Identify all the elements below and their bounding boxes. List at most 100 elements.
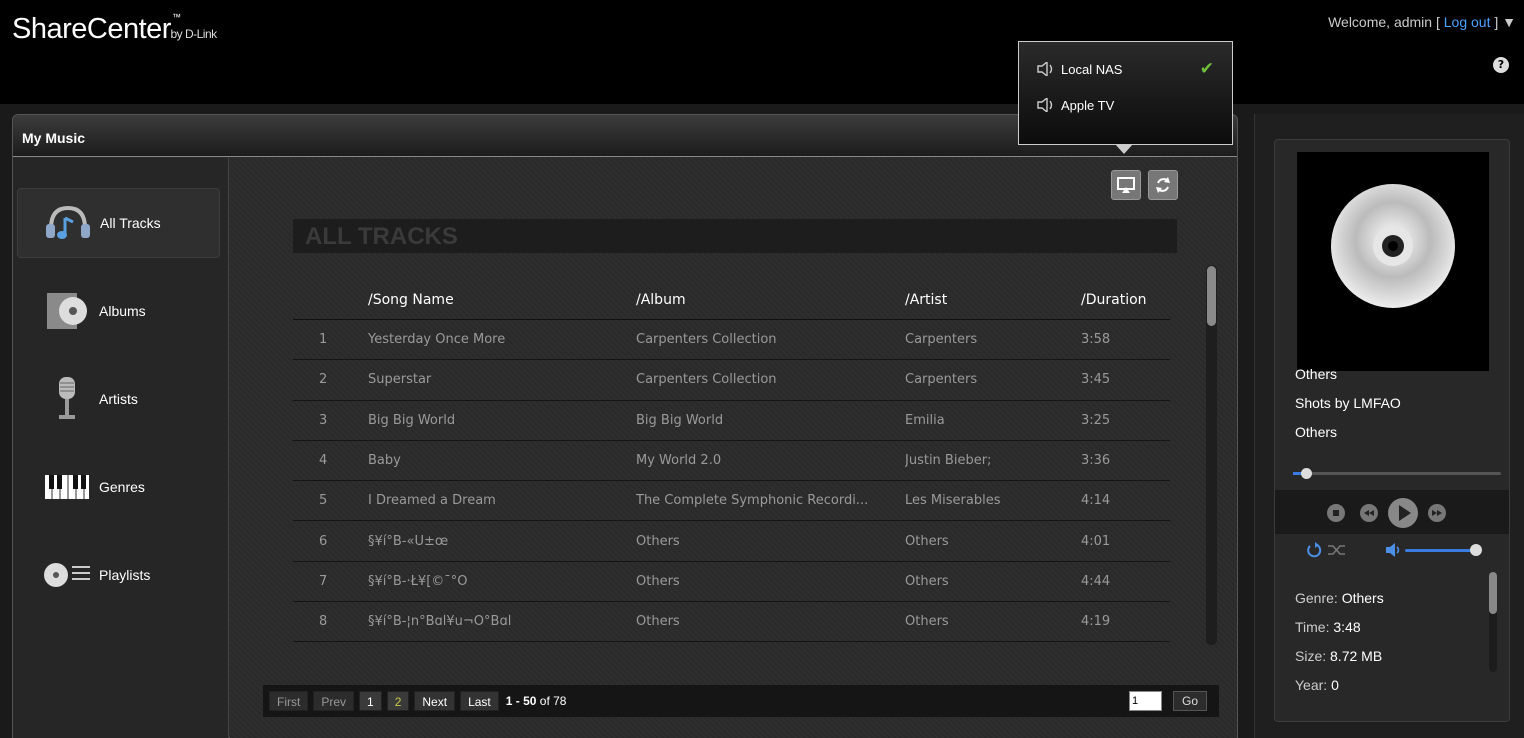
song-name: Superstar <box>368 372 432 388</box>
page-1-button[interactable]: 1 <box>359 691 382 711</box>
nav-item-genres[interactable]: Genres <box>17 452 220 522</box>
table-row[interactable]: 4 Baby My World 2.0 Justin Bieber; 3:36 <box>293 441 1170 482</box>
section-title: ALL TRACKS <box>293 219 1177 253</box>
shuffle-icon[interactable] <box>1327 542 1347 558</box>
table-row[interactable]: 5 I Dreamed a Dream The Complete Symphon… <box>293 481 1170 522</box>
device-item-apple-tv[interactable]: Apple TV <box>1037 93 1114 117</box>
logout-link[interactable]: Log out <box>1444 14 1491 30</box>
song-name: I Dreamed a Dream <box>368 493 496 509</box>
info-genre-value: Others <box>1341 590 1384 606</box>
track-number: 7 <box>319 573 328 589</box>
table-row[interactable]: 6 §¥í°B-«Ü±œ Others Others 4:01 <box>293 521 1170 562</box>
first-page-button[interactable]: First <box>269 691 309 711</box>
help-icon[interactable]: ? <box>1493 57 1509 73</box>
album-name: My World 2.0 <box>636 453 722 469</box>
album-icon <box>41 290 93 332</box>
welcome-suffix[interactable]: ] ▼ <box>1494 14 1516 30</box>
next-icon <box>1432 510 1442 516</box>
next-page-button[interactable]: Next <box>414 691 456 711</box>
track-list-scrollbar[interactable] <box>1206 265 1217 645</box>
side-nav: All Tracks Albums Artists Genres Playlis… <box>13 158 229 738</box>
progress-bar[interactable] <box>1293 468 1501 479</box>
column-header-duration[interactable]: /Duration <box>1081 292 1170 308</box>
progress-handle[interactable] <box>1301 468 1313 479</box>
player-secondary-controls <box>1275 534 1509 564</box>
info-year-label: Year: <box>1295 677 1328 693</box>
table-header: /Song Name /Album /Artist /Duration <box>293 280 1170 320</box>
nav-item-artists[interactable]: Artists <box>17 364 220 434</box>
info-size-value: 8.72 MB <box>1330 648 1383 664</box>
refresh-button[interactable] <box>1148 170 1178 200</box>
checkmark-icon: ✔ <box>1199 59 1214 78</box>
volume-icon[interactable] <box>1385 542 1403 558</box>
airplay-button[interactable] <box>1111 170 1141 200</box>
table-row[interactable]: 2 Superstar Carpenters Collection Carpen… <box>293 360 1170 401</box>
table-row[interactable]: 1 Yesterday Once More Carpenters Collect… <box>293 320 1170 361</box>
album-name: Others <box>636 573 680 589</box>
playlist-icon <box>41 554 93 596</box>
last-page-button[interactable]: Last <box>460 691 499 711</box>
column-header-artist[interactable]: /Artist <box>905 292 1081 308</box>
track-duration: 4:19 <box>1081 614 1111 630</box>
album-name: The Complete Symphonic Recordi... <box>636 493 869 509</box>
play-icon <box>1399 505 1411 521</box>
table-row[interactable]: 3 Big Big World Big Big World Emilia 3:2… <box>293 401 1170 441</box>
track-number: 3 <box>319 412 328 428</box>
nav-label: Albums <box>99 303 146 319</box>
column-header-album[interactable]: /Album <box>636 292 905 308</box>
album-art <box>1297 152 1489 371</box>
info-scrollbar-thumb[interactable] <box>1489 572 1497 614</box>
go-button[interactable]: Go <box>1173 691 1207 711</box>
nav-item-playlists[interactable]: Playlists <box>17 540 220 610</box>
airplay-icon <box>1117 177 1135 193</box>
song-name: Yesterday Once More <box>368 332 506 348</box>
page-2-button[interactable]: 2 <box>386 691 410 711</box>
scrollbar-thumb[interactable] <box>1207 266 1216 326</box>
track-genre-line: Others <box>1295 366 1338 382</box>
album-name: Others <box>636 614 680 630</box>
track-duration: 3:25 <box>1081 412 1111 428</box>
player-panel: Others Shots by LMFAO Others Genre: Othe… <box>1274 139 1510 722</box>
volume-handle[interactable] <box>1470 544 1483 556</box>
track-duration: 3:36 <box>1081 453 1111 469</box>
song-name: §¥í°B-¦n°Bɑĺ¥u¬O°Bɑĺ <box>368 614 512 630</box>
repeat-icon[interactable] <box>1305 541 1323 559</box>
info-time: Time: 3:48 <box>1295 619 1361 635</box>
refresh-icon <box>1156 177 1170 193</box>
device-item-local-nas[interactable]: Local NAS <box>1037 57 1122 81</box>
microphone-icon <box>41 377 93 420</box>
play-button[interactable] <box>1388 498 1418 528</box>
prev-page-button[interactable]: Prev <box>313 691 355 711</box>
stop-icon <box>1333 510 1339 516</box>
device-label: Apple TV <box>1061 97 1115 113</box>
track-number: 1 <box>319 332 328 348</box>
info-scrollbar[interactable] <box>1489 572 1497 672</box>
welcome-text: Welcome, admin [ Log out ] ▼ <box>1328 14 1516 30</box>
album-name: Carpenters Collection <box>636 372 777 388</box>
nav-item-albums[interactable]: Albums <box>17 276 220 346</box>
headphones-icon <box>42 202 94 244</box>
nav-item-all-tracks[interactable]: All Tracks <box>17 188 220 258</box>
song-name: Big Big World <box>368 412 456 428</box>
column-header-song[interactable]: /Song Name <box>368 292 636 308</box>
page-number-input[interactable] <box>1129 691 1162 711</box>
info-year: Year: 0 <box>1295 677 1339 693</box>
volume-slider[interactable] <box>1405 549 1477 552</box>
sharecenter-logo: ShareCenter™ by D-Link <box>12 12 217 46</box>
track-duration: 3:45 <box>1081 372 1111 388</box>
nav-label: Artists <box>99 391 138 407</box>
table-row[interactable]: 7 §¥í°B-·Ł¥[©¯°Ö Others Others 4:44 <box>293 562 1170 603</box>
device-label: Local NAS <box>1061 61 1123 77</box>
previous-button[interactable] <box>1360 504 1378 522</box>
piano-keys-icon <box>41 466 93 508</box>
page-range-text: 1 - 50 <box>505 694 537 708</box>
info-size: Size: 8.72 MB <box>1295 648 1382 664</box>
next-button[interactable] <box>1428 504 1446 522</box>
table-row[interactable]: 8 §¥í°B-¦n°Bɑĺ¥u¬O°Bɑĺ Others Others 4:1… <box>293 602 1170 643</box>
cd-icon <box>1331 184 1455 308</box>
info-time-label: Time: <box>1295 619 1330 635</box>
info-time-value: 3:48 <box>1333 619 1361 635</box>
stop-button[interactable] <box>1327 504 1345 522</box>
pagination-bar: First Prev 1 2 Next Last 1 - 50 of 78 Go <box>263 685 1219 717</box>
track-number: 5 <box>319 493 328 509</box>
